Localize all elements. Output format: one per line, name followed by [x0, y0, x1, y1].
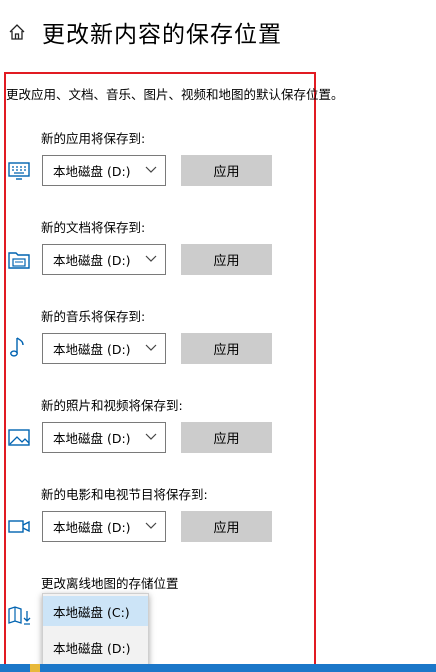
taskbar: [0, 664, 436, 672]
folder-icon: [8, 252, 30, 269]
dropdown-value: 本地磁盘 (D:): [53, 431, 131, 446]
chevron-down-icon: [145, 522, 157, 529]
photos-videos-apply-button[interactable]: 应用: [181, 422, 272, 453]
maps-location-dropdown-menu[interactable]: 本地磁盘 (C:) 本地磁盘 (D:): [42, 593, 149, 671]
documents-apply-button[interactable]: 应用: [181, 244, 272, 275]
dropdown-value: 本地磁盘 (D:): [53, 342, 131, 357]
chevron-down-icon: [145, 166, 157, 173]
page-description: 更改应用、文档、音乐、图片、视频和地图的默认保存位置。: [6, 87, 344, 102]
music-location-dropdown[interactable]: 本地磁盘 (D:): [42, 333, 166, 364]
page-title: 更改新内容的保存位置: [42, 22, 282, 48]
home-icon: [9, 24, 25, 40]
apps-apply-button[interactable]: 应用: [181, 155, 272, 186]
section-label-music: 新的音乐将保存到:: [41, 309, 146, 324]
music-note-icon: [10, 337, 24, 357]
section-label-movies-tv: 新的电影和电视节目将保存到:: [41, 487, 208, 502]
dropdown-value: 本地磁盘 (D:): [53, 253, 131, 268]
map-download-icon: [8, 606, 31, 625]
apps-location-dropdown[interactable]: 本地磁盘 (D:): [42, 155, 166, 186]
section-label-offline-maps: 更改离线地图的存储位置: [41, 576, 179, 591]
taskbar-app-indicator: [30, 664, 40, 672]
picture-icon: [8, 429, 30, 446]
section-label-documents: 新的文档将保存到:: [41, 220, 146, 235]
page-header: 更改新内容的保存位置: [8, 12, 282, 52]
movies-tv-location-dropdown[interactable]: 本地磁盘 (D:): [42, 511, 166, 542]
documents-location-dropdown[interactable]: 本地磁盘 (D:): [42, 244, 166, 275]
chevron-down-icon: [145, 255, 157, 262]
dropdown-value: 本地磁盘 (D:): [53, 164, 131, 179]
chevron-down-icon: [145, 344, 157, 351]
monitor-icon: [8, 162, 30, 180]
video-camera-icon: [8, 520, 30, 533]
photos-videos-location-dropdown[interactable]: 本地磁盘 (D:): [42, 422, 166, 453]
music-apply-button[interactable]: 应用: [181, 333, 272, 364]
dropdown-value: 本地磁盘 (D:): [53, 520, 131, 535]
menu-option-drive-c[interactable]: 本地磁盘 (C:): [43, 596, 148, 626]
section-label-photos-videos: 新的照片和视频将保存到:: [41, 398, 183, 413]
chevron-down-icon: [145, 433, 157, 440]
section-label-apps: 新的应用将保存到:: [41, 131, 146, 146]
movies-tv-apply-button[interactable]: 应用: [181, 511, 272, 542]
menu-option-drive-d[interactable]: 本地磁盘 (D:): [43, 632, 148, 662]
